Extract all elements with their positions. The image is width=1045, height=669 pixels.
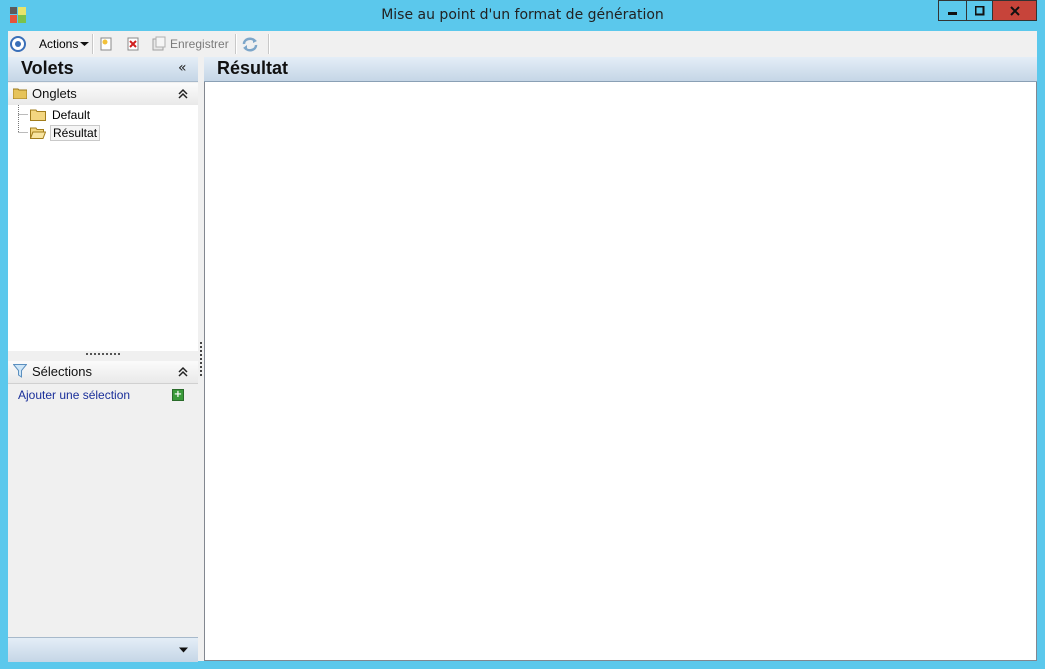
toolbar: Actions Enregistrer <box>8 31 1037 58</box>
panel-footer <box>8 637 198 662</box>
delete-button[interactable] <box>125 34 141 54</box>
actions-menu[interactable]: Actions <box>39 34 90 54</box>
result-panel: Résultat <box>204 57 1037 661</box>
toolbar-separator <box>268 34 270 54</box>
client-area: Actions Enregistrer Volets « Onglets Def… <box>8 31 1037 662</box>
onglets-group-header[interactable]: Onglets <box>8 83 198 106</box>
toolbar-separator <box>92 34 94 54</box>
app-menu-button[interactable] <box>10 34 26 54</box>
plus-icon: + <box>173 389 183 400</box>
tree-item-default[interactable]: Default <box>30 106 92 123</box>
refresh-button[interactable] <box>241 34 259 54</box>
chevron-up-icon[interactable] <box>178 366 188 378</box>
title-bar[interactable]: Mise au point d'un format de génération <box>0 0 1045 31</box>
chevron-up-icon[interactable] <box>178 88 188 100</box>
left-panel: Volets « Onglets Default Résultat Sélect… <box>8 57 198 662</box>
tree-item-label: Résultat <box>50 124 101 141</box>
save-icon <box>152 36 166 51</box>
filter-icon <box>13 364 27 378</box>
selections-content: Ajouter une sélection + <box>8 384 198 616</box>
tree-item-resultat[interactable]: Résultat <box>30 124 101 141</box>
collapse-panel-button[interactable]: « <box>178 60 187 76</box>
minimize-icon <box>947 11 957 15</box>
volets-title: Volets <box>21 58 74 78</box>
add-selection-button[interactable]: + <box>172 389 184 401</box>
window-title: Mise au point d'un format de génération <box>381 7 664 23</box>
result-content <box>204 82 1037 661</box>
tree-item-label: Default <box>52 107 91 122</box>
chevron-down-icon[interactable] <box>179 647 188 653</box>
result-header: Résultat <box>204 57 1037 82</box>
close-icon <box>1009 5 1020 16</box>
maximize-icon <box>974 5 984 15</box>
chevron-down-icon <box>80 42 90 46</box>
application-window: Mise au point d'un format de génération … <box>0 0 1045 669</box>
refresh-icon <box>242 37 258 52</box>
splitter-grip <box>200 342 202 376</box>
volets-header: Volets « <box>8 57 198 82</box>
result-title: Résultat <box>217 58 289 78</box>
target-icon <box>10 36 26 52</box>
actions-menu-label: Actions <box>39 37 79 51</box>
close-button[interactable] <box>992 0 1037 21</box>
folder-icon <box>13 88 27 99</box>
save-label: Enregistrer <box>170 37 229 51</box>
toolbar-separator <box>235 34 237 54</box>
open-folder-icon <box>30 127 46 139</box>
folder-icon <box>30 109 46 121</box>
minimize-button[interactable] <box>938 0 967 21</box>
new-button[interactable] <box>98 34 114 54</box>
onglets-title: Onglets <box>32 86 77 101</box>
delete-icon <box>127 37 139 51</box>
selections-group-header[interactable]: Sélections <box>8 361 198 384</box>
add-selection-link[interactable]: Ajouter une sélection <box>18 388 130 402</box>
selections-title: Sélections <box>32 364 92 379</box>
save-button[interactable]: Enregistrer <box>151 34 229 54</box>
onglets-tree: Default Résultat <box>8 105 198 351</box>
maximize-button[interactable] <box>966 0 993 21</box>
pane-resize-grip[interactable] <box>86 353 120 357</box>
new-document-icon <box>100 37 112 51</box>
